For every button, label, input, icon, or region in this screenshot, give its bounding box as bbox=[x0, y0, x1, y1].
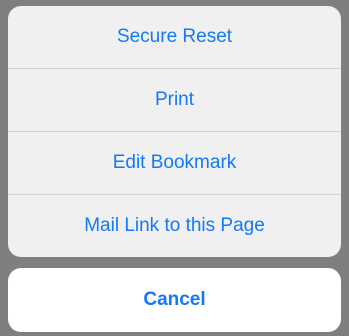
cancel-group: Cancel bbox=[8, 268, 341, 332]
secure-reset-button[interactable]: Secure Reset bbox=[8, 6, 341, 68]
action-group: Secure Reset Print Edit Bookmark Mail Li… bbox=[8, 6, 341, 257]
mail-link-button[interactable]: Mail Link to this Page bbox=[8, 194, 341, 257]
edit-bookmark-button[interactable]: Edit Bookmark bbox=[8, 131, 341, 194]
action-sheet: Secure Reset Print Edit Bookmark Mail Li… bbox=[8, 6, 341, 332]
cancel-button[interactable]: Cancel bbox=[8, 268, 341, 332]
print-button[interactable]: Print bbox=[8, 68, 341, 131]
